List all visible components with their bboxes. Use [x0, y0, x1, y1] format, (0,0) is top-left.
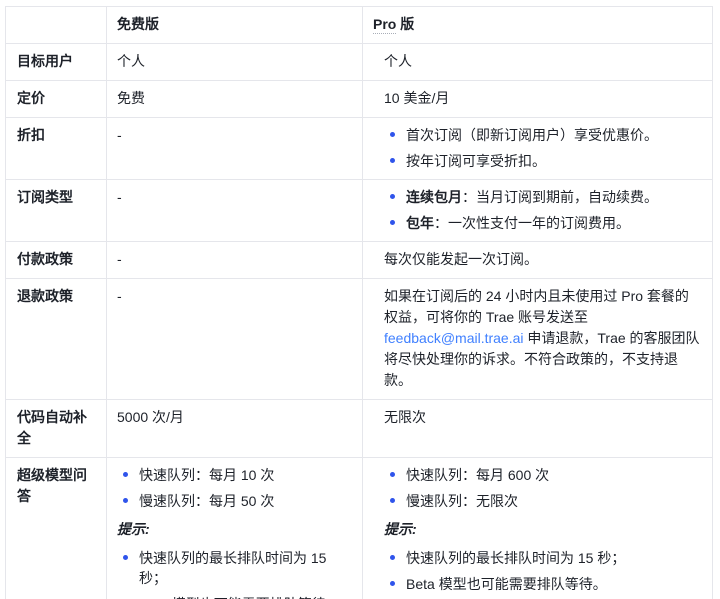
header-row: 免费版 Pro 版	[6, 7, 713, 44]
pro-term[interactable]: Pro	[373, 16, 396, 34]
bullet-list: 快速队列的最长排队时间为 15 秒； Beta 模型也可能需要排队等待。	[384, 548, 702, 594]
bullet-item: 慢速队列：无限次	[406, 491, 702, 511]
row-label: 折扣	[6, 118, 107, 180]
bullet-item: 快速队列：每月 600 次	[406, 465, 702, 485]
bullet-item: 慢速队列：每月 50 次	[139, 491, 352, 511]
pro-cell: 每次仅能发起一次订阅。	[363, 242, 713, 279]
pro-cell: 无限次	[363, 400, 713, 458]
row-label: 超级模型问答	[6, 458, 107, 599]
cell-text: 个人	[384, 51, 702, 72]
bullet-item: 首次订阅（即新订阅用户）享受优惠价。	[406, 125, 702, 145]
cell-text: -	[117, 286, 352, 307]
bullet-item: 包年：一次性支付一年的订阅费用。	[406, 213, 702, 233]
cell-text: 每次仅能发起一次订阅。	[384, 249, 702, 270]
pricing-comparison-table: 免费版 Pro 版 目标用户个人个人定价免费10 美金/月折扣-首次订阅（即新订…	[5, 6, 713, 599]
free-cell: -	[107, 242, 363, 279]
table-row: 折扣- 首次订阅（即新订阅用户）享受优惠价。按年订阅可享受折扣。	[6, 118, 713, 180]
free-cell: -	[107, 118, 363, 180]
bullet-list: 快速队列：每月 10 次慢速队列：每月 50 次	[117, 465, 352, 511]
pro-cell: 首次订阅（即新订阅用户）享受优惠价。按年订阅可享受折扣。	[363, 118, 713, 180]
bullet-item: Beta 模型也可能需要排队等待。	[139, 594, 352, 599]
hint-label: 提示:	[117, 519, 352, 540]
free-cell: 个人	[107, 44, 363, 81]
free-cell: 免费	[107, 81, 363, 118]
bold-term: 连续包月	[406, 189, 462, 205]
row-label: 订阅类型	[6, 180, 107, 242]
column-header-free: 免费版	[107, 7, 363, 44]
table-row: 付款政策- 每次仅能发起一次订阅。	[6, 242, 713, 279]
table-row: 目标用户个人个人	[6, 44, 713, 81]
cell-text: 免费	[117, 88, 352, 109]
pro-cell: 如果在订阅后的 24 小时内且未使用过 Pro 套餐的权益，可将你的 Trae …	[363, 279, 713, 400]
free-cell: -	[107, 180, 363, 242]
column-header-pro: Pro 版	[363, 7, 713, 44]
bullet-item: 连续包月：当月订阅到期前，自动续费。	[406, 187, 702, 207]
cell-text: 5000 次/月	[117, 407, 352, 428]
pro-cell: 快速队列：每月 600 次慢速队列：无限次提示: 快速队列的最长排队时间为 15 …	[363, 458, 713, 599]
pro-cell: 连续包月：当月订阅到期前，自动续费。包年：一次性支付一年的订阅费用。	[363, 180, 713, 242]
column-header-blank	[6, 7, 107, 44]
bullet-list: 快速队列的最长排队时间为 15 秒； Beta 模型也可能需要排队等待。	[117, 548, 352, 599]
cell-text: -	[117, 187, 352, 208]
row-label: 代码自动补全	[6, 400, 107, 458]
cell-text: 个人	[117, 51, 352, 72]
row-label: 付款政策	[6, 242, 107, 279]
bold-term: 包年	[406, 215, 434, 231]
table-row: 定价免费 10 美金/月	[6, 81, 713, 118]
free-cell: -	[107, 279, 363, 400]
row-label: 退款政策	[6, 279, 107, 400]
bullet-list: 连续包月：当月订阅到期前，自动续费。包年：一次性支付一年的订阅费用。	[384, 187, 702, 233]
table-body: 目标用户个人个人定价免费10 美金/月折扣-首次订阅（即新订阅用户）享受优惠价。…	[6, 44, 713, 599]
cell-text: -	[117, 249, 352, 270]
cell-text: -	[117, 125, 352, 146]
pro-cell: 个人	[363, 44, 713, 81]
cell-text: 10 美金/月	[384, 88, 702, 109]
pro-cell: 10 美金/月	[363, 81, 713, 118]
table-row: 退款政策- 如果在订阅后的 24 小时内且未使用过 Pro 套餐的权益，可将你的 …	[6, 279, 713, 400]
free-cell: 5000 次/月	[107, 400, 363, 458]
bullet-list: 快速队列：每月 600 次慢速队列：无限次	[384, 465, 702, 511]
row-label: 定价	[6, 81, 107, 118]
bullet-list: 首次订阅（即新订阅用户）享受优惠价。按年订阅可享受折扣。	[384, 125, 702, 171]
free-cell: 快速队列：每月 10 次慢速队列：每月 50 次提示: 快速队列的最长排队时间为 …	[107, 458, 363, 599]
table-row: 代码自动补全 5000 次/月 无限次	[6, 400, 713, 458]
table-row: 超级模型问答快速队列：每月 10 次慢速队列：每月 50 次提示:快速队列的最长…	[6, 458, 713, 599]
pro-term-suffix: 版	[396, 16, 414, 32]
table-row: 订阅类型- 连续包月：当月订阅到期前，自动续费。包年：一次性支付一年的订阅费用。	[6, 180, 713, 242]
cell-text: 无限次	[384, 407, 702, 428]
bullet-item: 快速队列的最长排队时间为 15 秒；	[139, 548, 352, 588]
pricing-doc-page: 免费版 Pro 版 目标用户个人个人定价免费10 美金/月折扣-首次订阅（即新订…	[0, 0, 720, 599]
bullet-item: 快速队列的最长排队时间为 15 秒；	[406, 548, 702, 568]
hint-label: 提示:	[384, 519, 702, 540]
email-link[interactable]: feedback@mail.trae.ai	[384, 330, 524, 346]
bullet-item: Beta 模型也可能需要排队等待。	[406, 574, 702, 594]
row-label: 目标用户	[6, 44, 107, 81]
bullet-item: 按年订阅可享受折扣。	[406, 151, 702, 171]
cell-text: 如果在订阅后的 24 小时内且未使用过 Pro 套餐的权益，可将你的 Trae …	[384, 286, 702, 391]
bullet-item: 快速队列：每月 10 次	[139, 465, 352, 485]
